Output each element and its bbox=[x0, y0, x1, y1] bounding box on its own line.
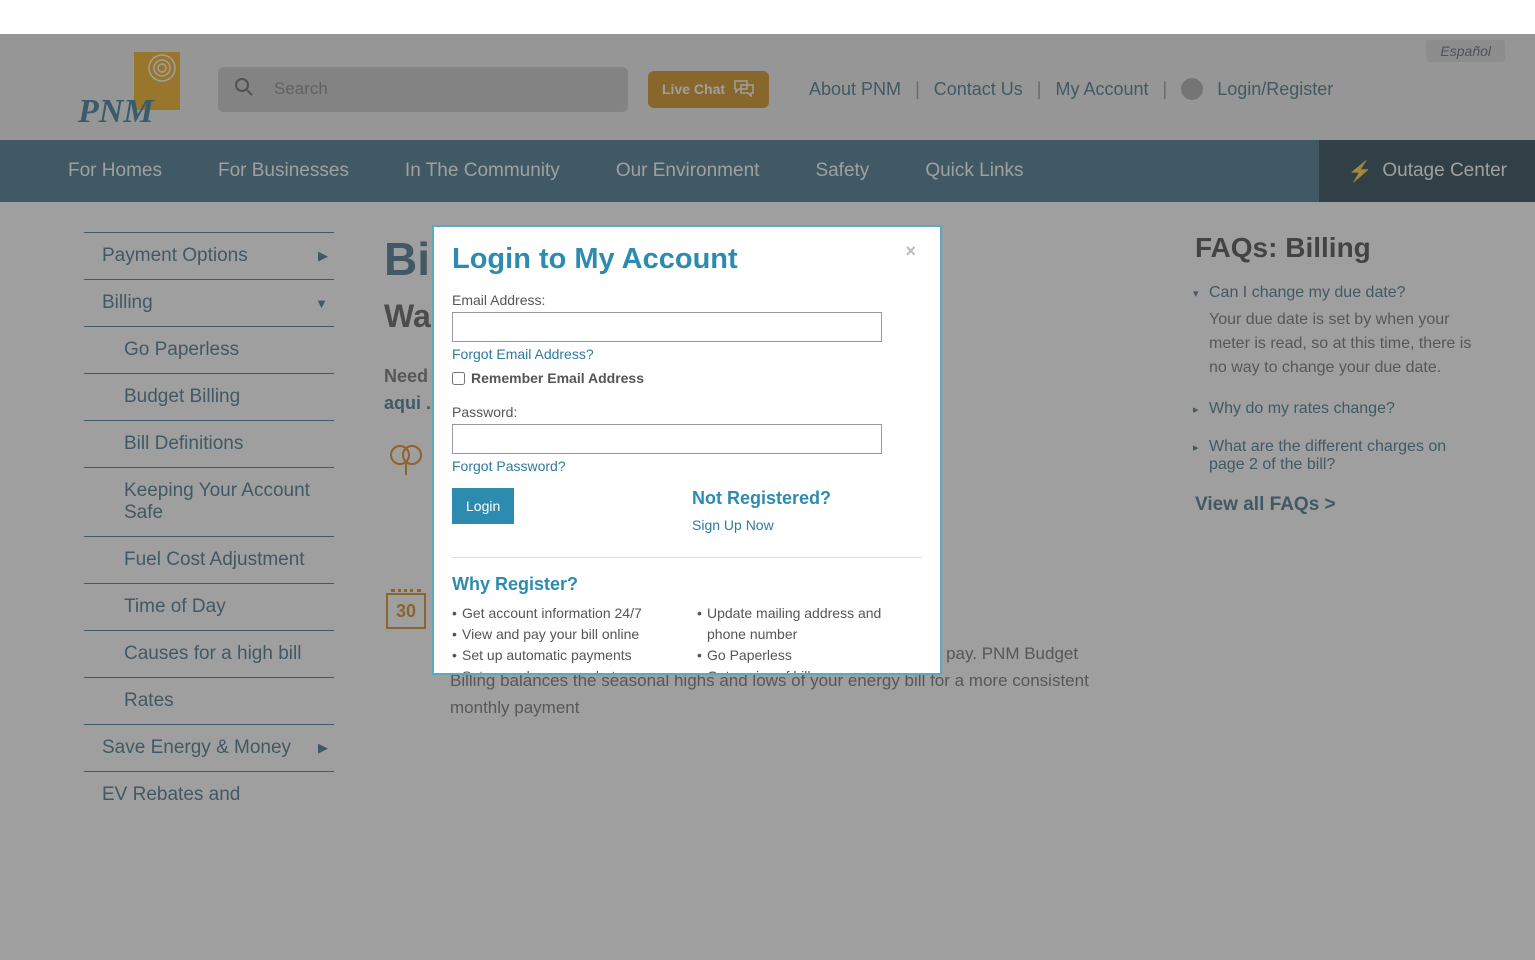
signup-link[interactable]: Sign Up Now bbox=[692, 517, 774, 533]
not-registered-title: Not Registered? bbox=[692, 488, 922, 509]
benefit-item: Get copies of bills bbox=[697, 666, 922, 675]
benefit-item: Set up and manage alerts bbox=[452, 666, 677, 675]
email-label: Email Address: bbox=[452, 292, 922, 308]
benefit-item: Get account information 24/7 bbox=[452, 603, 677, 624]
email-input[interactable] bbox=[452, 312, 882, 342]
remember-checkbox[interactable]: Remember Email Address bbox=[452, 370, 922, 386]
modal-title: Login to My Account bbox=[452, 243, 922, 276]
benefit-item: Go Paperless bbox=[697, 645, 922, 666]
benefits-left: Get account information 24/7View and pay… bbox=[452, 603, 677, 675]
forgot-email-link[interactable]: Forgot Email Address? bbox=[452, 346, 594, 362]
login-button[interactable]: Login bbox=[452, 488, 514, 524]
password-label: Password: bbox=[452, 404, 922, 420]
benefit-item: Update mailing address and phone number bbox=[697, 603, 922, 645]
why-register-title: Why Register? bbox=[452, 574, 922, 595]
forgot-password-link[interactable]: Forgot Password? bbox=[452, 458, 566, 474]
remember-input[interactable] bbox=[452, 372, 465, 385]
close-icon[interactable]: × bbox=[905, 241, 916, 262]
benefits-right: Update mailing address and phone numberG… bbox=[697, 603, 922, 675]
benefit-item: View and pay your bill online bbox=[452, 624, 677, 645]
login-modal: × Login to My Account Email Address: For… bbox=[432, 225, 942, 675]
password-input[interactable] bbox=[452, 424, 882, 454]
benefit-item: Set up automatic payments bbox=[452, 645, 677, 666]
